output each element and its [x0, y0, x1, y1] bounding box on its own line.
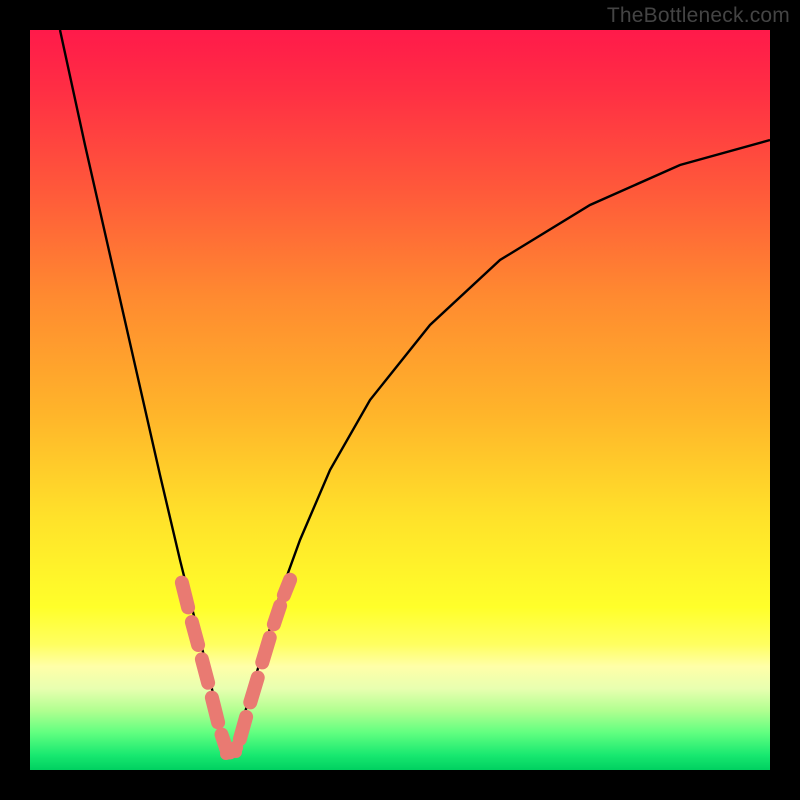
marker-group	[182, 580, 290, 760]
marker-segment	[192, 622, 198, 645]
marker-segment	[202, 659, 208, 683]
marker-dot	[230, 746, 242, 758]
plot-area	[30, 30, 770, 770]
bottleneck-curve	[60, 30, 770, 754]
marker-segment	[274, 606, 280, 625]
chart-frame: TheBottleneck.com	[0, 0, 800, 800]
marker-segment	[284, 580, 290, 596]
marker-dot	[220, 748, 232, 760]
marker-segment	[212, 698, 218, 723]
curve-layer	[30, 30, 770, 770]
marker-segment	[250, 678, 257, 703]
marker-segment	[182, 583, 188, 608]
marker-segment	[240, 717, 246, 739]
watermark-text: TheBottleneck.com	[607, 4, 790, 28]
marker-segment	[262, 638, 269, 663]
